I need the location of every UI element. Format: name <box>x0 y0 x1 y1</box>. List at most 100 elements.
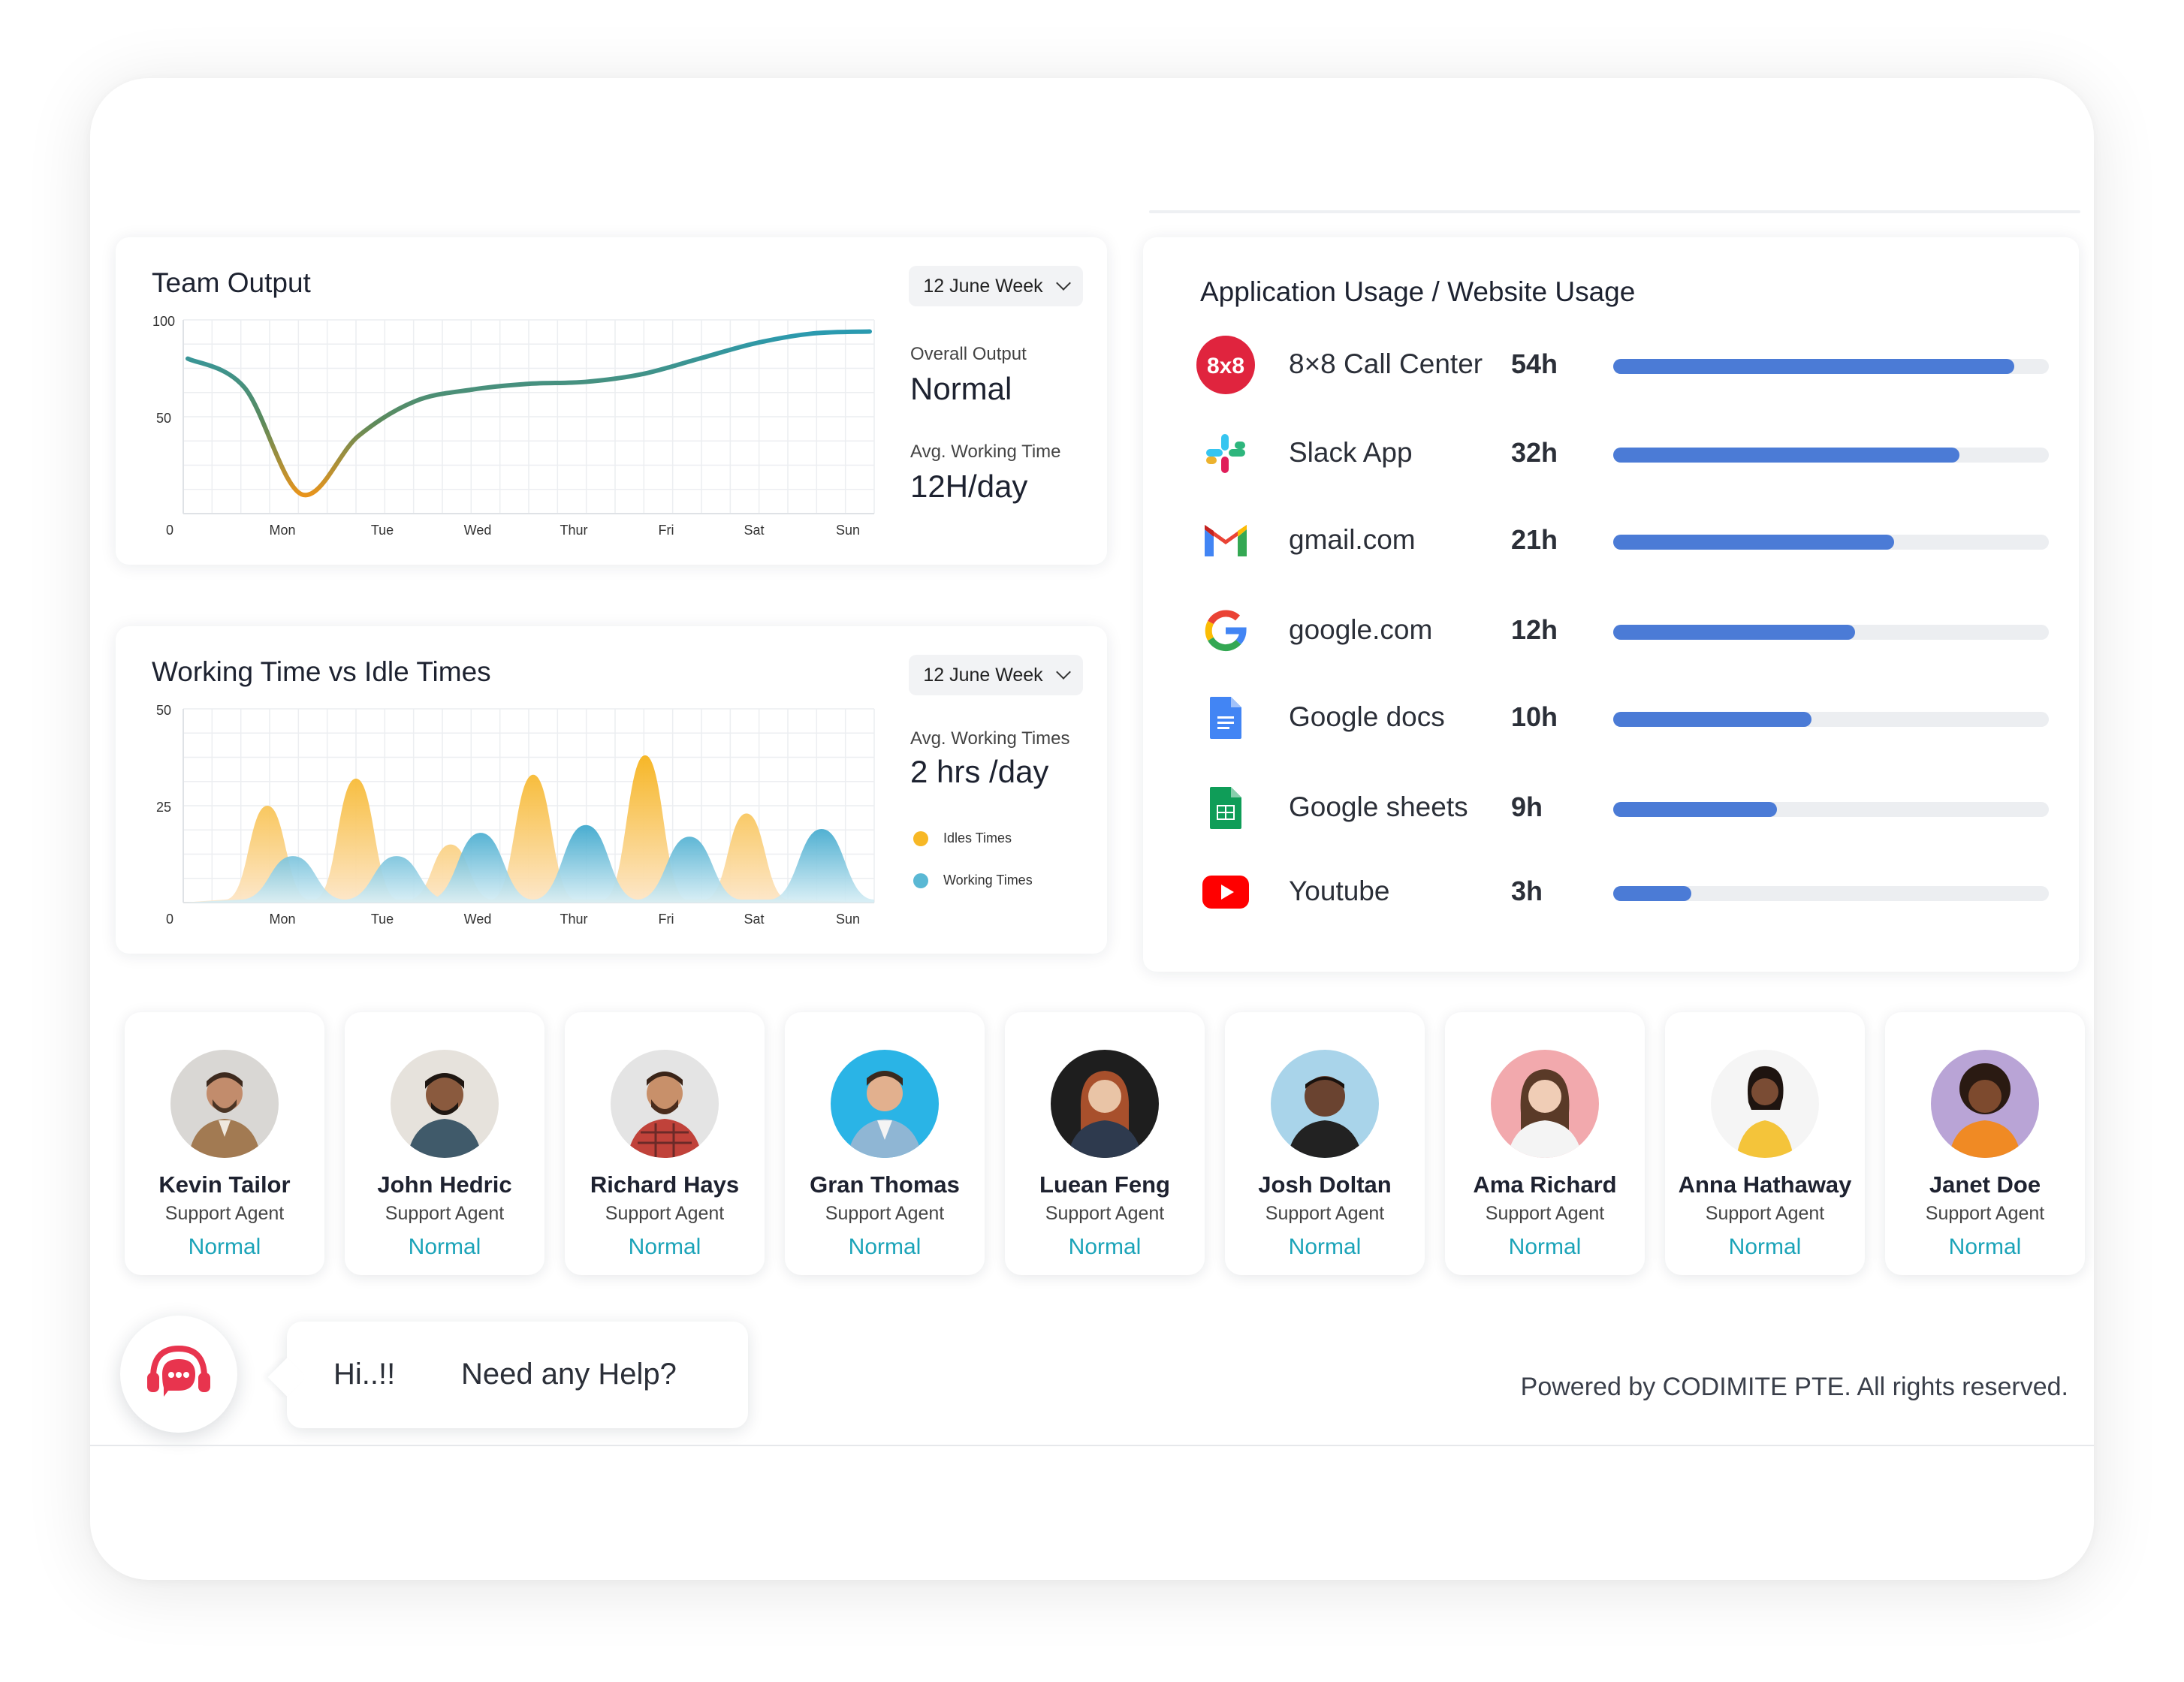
usage-hours: 21h <box>1511 524 1558 555</box>
agent-role: Support Agent <box>825 1203 945 1224</box>
usage-bar-fill <box>1613 886 1692 901</box>
working-idle-x-ticks: Mon Tue Wed Thur Fri Sat Sun <box>269 912 860 927</box>
usage-bar-track <box>1613 802 2049 817</box>
usage-hours: 54h <box>1511 348 1558 379</box>
agent-name: Gran Thomas <box>810 1171 960 1198</box>
overall-output-label: Overall Output <box>910 344 1027 364</box>
team-output-week-dropdown[interactable]: 12 June Week <box>909 266 1083 306</box>
x-tick-label: Sat <box>744 523 764 538</box>
eight-by-eight-icon: 8x8 <box>1196 335 1256 395</box>
usage-row[interactable]: google.com 12h <box>1196 601 2094 661</box>
usage-bar-fill <box>1613 535 1895 550</box>
chevron-down-icon <box>1055 665 1071 680</box>
usage-row[interactable]: Google docs 10h <box>1196 688 2094 748</box>
agent-role: Support Agent <box>1485 1203 1605 1224</box>
avg-working-time-label: Avg. Working Time <box>910 442 1061 462</box>
week-dropdown-label: 12 June Week <box>923 275 1043 297</box>
agent-status: Normal <box>1508 1234 1582 1259</box>
app-usage-list: 8x8 8×8 Call Center 54h Slack App 32h gm… <box>1196 335 2059 951</box>
agent-role: Support Agent <box>605 1203 725 1224</box>
agent-name: Anna Hathaway <box>1678 1171 1852 1198</box>
usage-name: Youtube <box>1289 876 1390 906</box>
usage-hours: 10h <box>1511 701 1558 732</box>
usage-hours: 12h <box>1511 614 1558 645</box>
app-usage-title: Application Usage / Website Usage <box>1200 276 1636 307</box>
agent-card[interactable]: John Hedric Support Agent Normal <box>345 1012 544 1275</box>
usage-row[interactable]: Youtube 3h <box>1196 862 2094 922</box>
y-tick-label: 50 <box>156 703 171 718</box>
gmail-icon <box>1196 511 1256 571</box>
agent-status: Normal <box>848 1234 922 1259</box>
usage-hours: 3h <box>1511 876 1543 906</box>
x-tick-label: Tue <box>371 912 394 927</box>
agent-card[interactable]: Kevin Tailor Support Agent Normal <box>125 1012 324 1275</box>
avatar <box>1271 1050 1379 1158</box>
avg-working-times-value: 2 hrs /day <box>910 754 1049 789</box>
usage-name: Google docs <box>1289 701 1445 732</box>
usage-bar-track <box>1613 625 2049 640</box>
usage-row[interactable]: gmail.com 21h <box>1196 511 2094 571</box>
agent-card[interactable]: Janet Doe Support Agent Normal <box>1885 1012 2085 1275</box>
x-tick-label: Mon <box>269 912 295 927</box>
team-output-title: Team Output <box>152 267 311 298</box>
x-tick-label: Thur <box>560 523 587 538</box>
y-tick-label: 50 <box>156 411 171 426</box>
team-output-x-ticks: Mon Tue Wed Thur Fri Sat Sun <box>269 523 860 538</box>
agent-role: Support Agent <box>1705 1203 1825 1224</box>
avatar <box>1931 1050 2039 1158</box>
agent-card[interactable]: Luean Feng Support Agent Normal <box>1005 1012 1205 1275</box>
agent-role: Support Agent <box>1925 1203 2045 1224</box>
working-idle-week-dropdown[interactable]: 12 June Week <box>909 655 1083 695</box>
agent-status: Normal <box>1948 1234 2022 1259</box>
agent-role: Support Agent <box>1045 1203 1165 1224</box>
agent-card[interactable]: Richard Hays Support Agent Normal <box>565 1012 765 1275</box>
agent-role: Support Agent <box>1265 1203 1385 1224</box>
working-idle-y-ticks: 0 25 50 <box>156 703 173 927</box>
usage-hours: 9h <box>1511 791 1543 822</box>
usage-name: gmail.com <box>1289 524 1416 555</box>
x-tick-label: Wed <box>464 523 492 538</box>
agent-role: Support Agent <box>164 1203 285 1224</box>
help-chat-button[interactable] <box>120 1316 237 1433</box>
y-tick-label: 0 <box>166 912 173 927</box>
footer-divider <box>90 1445 2094 1446</box>
usage-row[interactable]: 8x8 8×8 Call Center 54h <box>1196 335 2094 395</box>
usage-hours: 32h <box>1511 437 1558 468</box>
youtube-icon <box>1196 862 1256 922</box>
usage-bar-track <box>1613 448 2049 463</box>
x-tick-label: Fri <box>659 912 674 927</box>
usage-name: google.com <box>1289 614 1433 645</box>
divider <box>1149 210 2080 213</box>
dashboard-frame: Team Output 12 June Week 0 50 100 Mon Tue We… <box>90 78 2094 1580</box>
google-docs-icon <box>1196 688 1256 748</box>
google-sheets-icon <box>1196 778 1256 838</box>
agent-card[interactable]: Josh Doltan Support Agent Normal <box>1225 1012 1425 1275</box>
usage-row[interactable]: Google sheets 9h <box>1196 778 2094 838</box>
usage-name: Slack App <box>1289 437 1413 468</box>
x-tick-label: Fri <box>659 523 674 538</box>
avg-working-times-label: Avg. Working Times <box>910 728 1070 749</box>
agent-name: Kevin Tailor <box>158 1171 291 1198</box>
agent-card[interactable]: Anna Hathaway Support Agent Normal <box>1665 1012 1865 1275</box>
help-bubble[interactable]: Hi..!! Need any Help? <box>287 1322 748 1428</box>
agent-card[interactable]: Gran Thomas Support Agent Normal <box>785 1012 985 1275</box>
usage-row[interactable]: Slack App 32h <box>1196 424 2094 484</box>
avatar <box>391 1050 499 1158</box>
footer-copyright: Powered by CODIMITE PTE. All rights rese… <box>1520 1373 2068 1401</box>
agent-name: Josh Doltan <box>1258 1171 1392 1198</box>
slack-icon <box>1196 424 1256 484</box>
usage-bar-track <box>1613 359 2049 374</box>
x-tick-label: Sat <box>744 912 764 927</box>
usage-name: 8×8 Call Center <box>1289 348 1483 379</box>
agent-card[interactable]: Ama Richard Support Agent Normal <box>1445 1012 1645 1275</box>
working-legend-dot <box>913 873 928 888</box>
avatar <box>1051 1050 1159 1158</box>
agent-status: Normal <box>1068 1234 1142 1259</box>
avatar <box>1711 1050 1819 1158</box>
team-output-card: Team Output 12 June Week 0 50 100 Mon Tue We… <box>116 237 1107 565</box>
app-usage-card: Application Usage / Website Usage 8x8 8×… <box>1143 237 2079 972</box>
chevron-down-icon <box>1055 276 1071 291</box>
team-output-grid <box>183 319 875 514</box>
legend-working: Working Times <box>913 873 1033 888</box>
x-tick-label: Tue <box>371 523 394 538</box>
